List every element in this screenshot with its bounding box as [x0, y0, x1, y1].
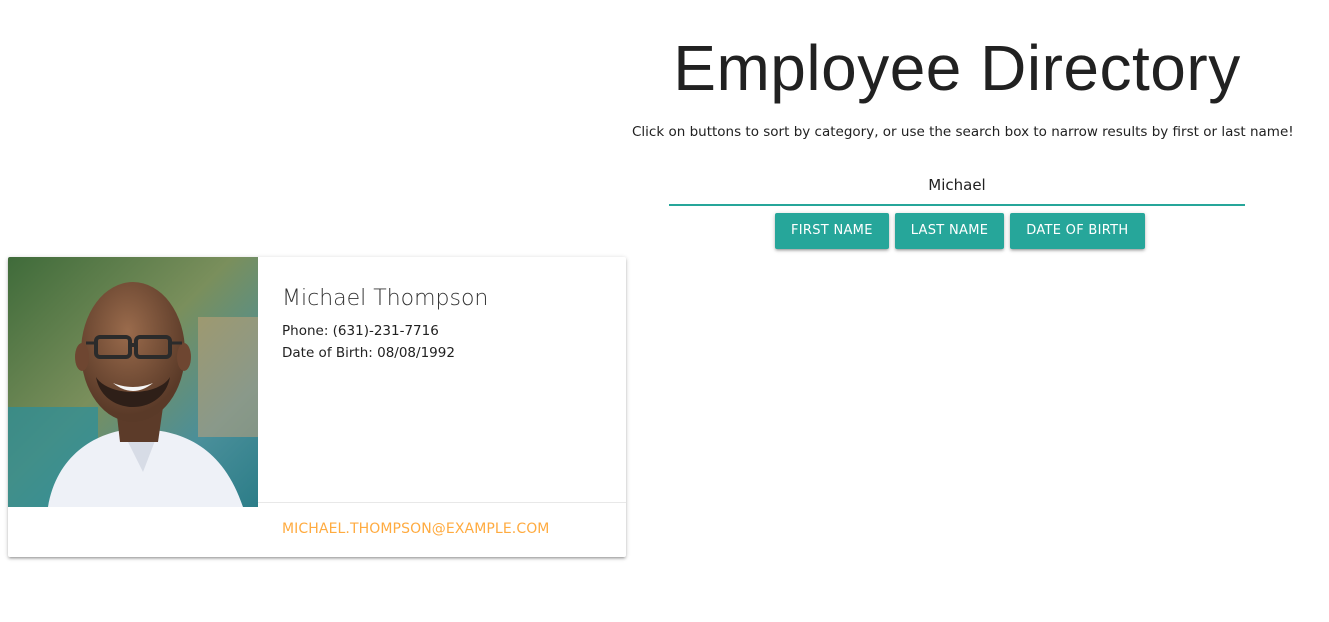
sort-buttons: FIRST NAME LAST NAME DATE OF BIRTH [775, 213, 1145, 249]
page-title: Employee Directory [673, 32, 1241, 104]
employee-details: Michael Thompson Phone: (631)-231-7716 D… [258, 257, 626, 502]
employee-card: Michael Thompson Phone: (631)-231-7716 D… [8, 257, 626, 557]
employee-name: Michael Thompson [282, 286, 489, 311]
page-subtitle: Click on buttons to sort by category, or… [632, 124, 1294, 140]
sort-first-name-button[interactable]: FIRST NAME [775, 213, 889, 249]
employee-email-link[interactable]: MICHAEL.THOMPSON@EXAMPLE.COM [282, 521, 550, 537]
header: Employee Directory Click on buttons to s… [632, 26, 1294, 140]
sort-date-of-birth-button[interactable]: DATE OF BIRTH [1010, 213, 1145, 249]
search-input[interactable] [669, 166, 1245, 206]
employee-phone: Phone: (631)-231-7716 [282, 323, 439, 339]
employee-photo [8, 257, 258, 507]
sort-last-name-button[interactable]: LAST NAME [894, 213, 1005, 249]
employee-dob: Date of Birth: 08/08/1992 [282, 345, 455, 361]
card-divider [258, 502, 626, 503]
